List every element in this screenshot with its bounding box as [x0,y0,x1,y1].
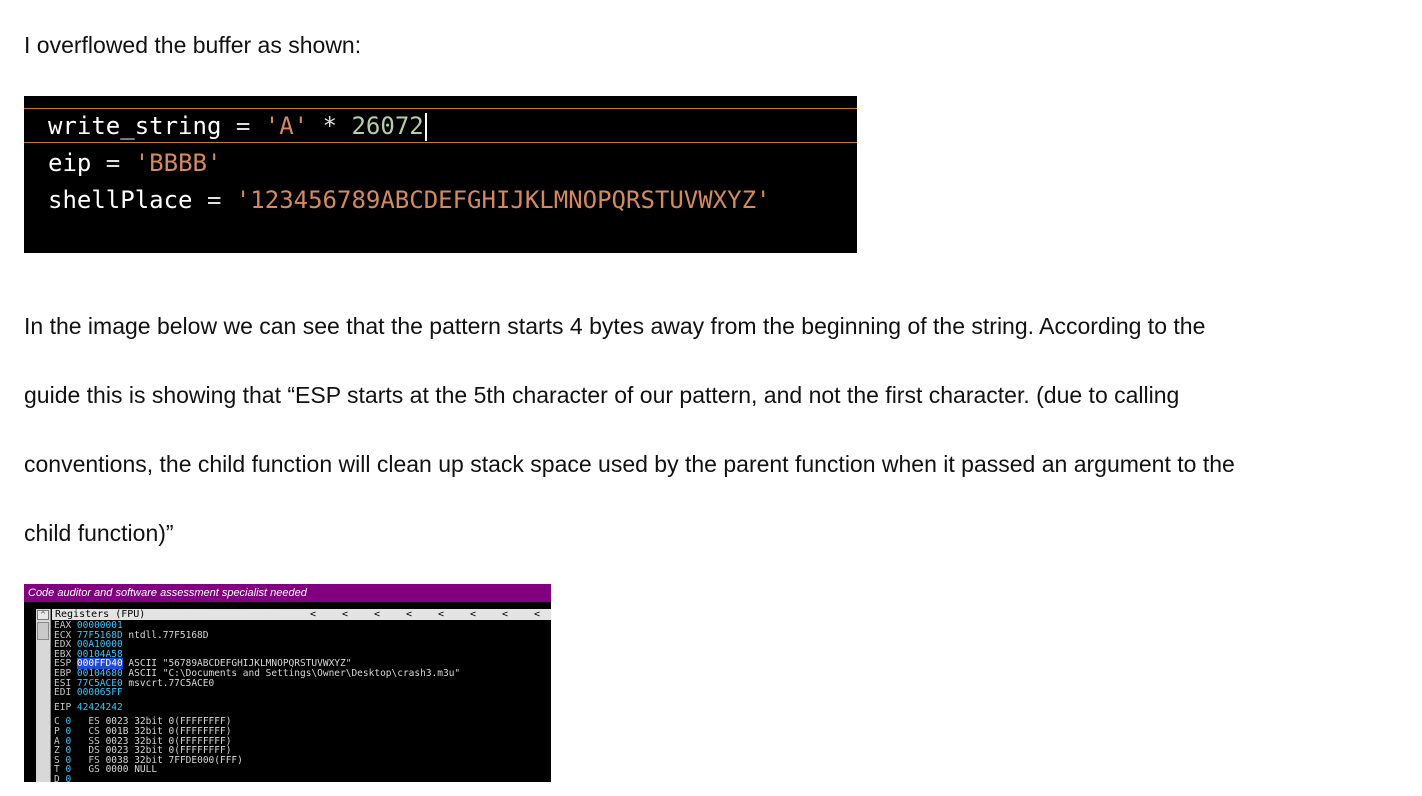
flag-row: T 0 GS 0000 NULL [54,765,549,775]
chevron-left-icon[interactable]: < [534,609,540,620]
code-operator: = [91,149,135,177]
chevron-left-icon[interactable]: < [470,609,476,620]
code-identifier: eip [48,149,92,177]
debugger-screenshot: Code auditor and software assessment spe… [24,584,551,782]
code-line-write-string: write_string = 'A' * 26072 [48,110,427,142]
register-info: ntdll.77F5168D [128,629,209,641]
registers-panel-title: Registers (FPU) [55,609,146,620]
flag-name: D [54,773,60,782]
code-line-eip: eip = 'BBBB' [48,147,221,179]
register-name: EIP [54,701,72,713]
register-name: EDI [54,687,72,699]
register-row: ECX 77F5168D ntdll.77F5168D [54,629,549,641]
chevron-left-icon[interactable]: < [438,609,444,620]
chevron-left-icon[interactable]: < [342,609,348,620]
code-operator: * [308,112,352,140]
code-string: '123456789ABCDEFGHIJKLMNOPQRSTUVWXYZ' [235,186,771,214]
debugger-window-title: Code auditor and software assessment spe… [24,584,551,602]
code-identifier: write_string [48,112,222,140]
body-paragraph-line-4: child function)” [24,520,174,546]
registers-panel-header: Registers (FPU) < < < < < < < < [52,609,551,620]
debugger-scrollbar[interactable]: ^ [36,609,51,782]
segment-info: NULL [134,764,158,776]
scroll-up-arrow-icon[interactable]: ^ [37,610,49,620]
flag-value: 0 [65,773,72,782]
chevron-left-icon[interactable]: < [502,609,508,620]
code-string: 'BBBB' [134,149,222,177]
body-paragraph-line-2: guide this is showing that “ESP starts a… [24,382,1180,408]
registers-panel: Registers (FPU) < < < < < < < < EAX 00000001 ECX… [52,609,551,782]
code-number: 26072 [351,112,424,140]
text-cursor [424,113,427,141]
register-value: 000065FF [76,687,123,699]
code-block: write_string = 'A' * 26072 eip = 'BBBB' … [24,96,857,253]
register-value: 42424242 [76,701,123,713]
segment-name: GS [88,764,100,776]
scroll-thumb[interactable] [37,622,49,640]
register-row-eip: EIP 42424242 [54,701,549,713]
chevron-left-icon[interactable]: < [374,609,380,620]
flag-row: D 0 [54,775,549,782]
intro-paragraph: I overflowed the buffer as shown: [24,32,362,58]
debugger-toolbar-strip [24,602,551,606]
register-row: EDI 000065FF [54,688,549,698]
register-row: ESI 77C5ACE0 msvcrt.77C5ACE0 [54,677,549,689]
code-line-shellplace: shellPlace = '123456789ABCDEFGHIJKLMNOPQ… [48,184,770,216]
document-page: I overflowed the buffer as shown: write_… [0,0,1422,796]
code-string: 'A' [264,112,309,140]
segment-selector: 0000 [105,764,129,776]
code-operator: = [221,112,265,140]
register-row: EDX 00A10000 [54,640,549,650]
chevron-left-icon[interactable]: < [310,609,316,620]
register-info: msvcrt.77C5ACE0 [128,677,215,689]
body-paragraph-line-3: conventions, the child function will cle… [24,451,1235,477]
body-paragraph-line-1: In the image below we can see that the p… [24,313,1206,339]
register-rows: EAX 00000001 ECX 77F5168D ntdll.77F5168D E… [54,621,549,782]
code-operator: = [192,186,236,214]
code-identifier: shellPlace [48,186,193,214]
chevron-left-icon[interactable]: < [406,609,412,620]
